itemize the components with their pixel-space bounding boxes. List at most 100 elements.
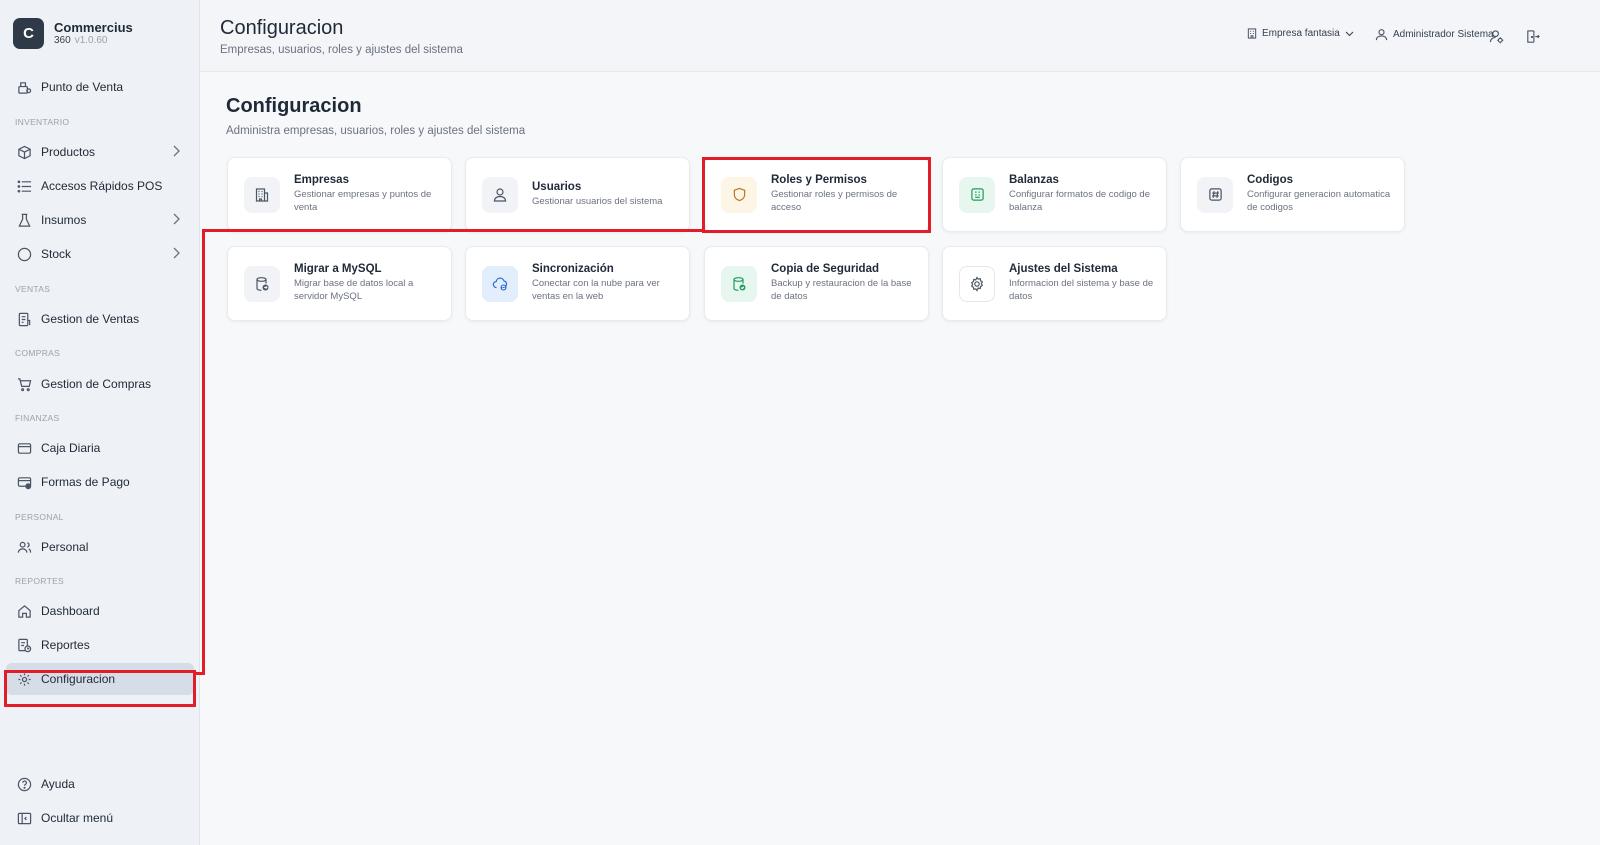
- cloud-sync-icon: [482, 265, 518, 302]
- company-name: Empresa fantasia: [1262, 28, 1340, 39]
- sidebar-item-configuracion[interactable]: Configuracion: [6, 663, 194, 695]
- sidebar-item-label: Productos: [41, 145, 96, 159]
- sidebar-item-gestion-compras[interactable]: Gestion de Compras: [6, 368, 194, 400]
- card-ajustes-del-sistema[interactable]: Ajustes del Sistema Informacion del sist…: [942, 246, 1167, 321]
- sidebar-item-label: Gestion de Compras: [41, 377, 152, 391]
- sidebar-collapse-icon: [16, 810, 32, 826]
- sidebar-item-label: Configuracion: [41, 672, 116, 686]
- sidebar-item-label: Gestion de Ventas: [41, 312, 140, 326]
- highlight-connector: [202, 229, 205, 675]
- sidebar-item-gestion-ventas[interactable]: Gestion de Ventas: [6, 303, 194, 335]
- building-icon: [1247, 28, 1257, 39]
- card-description: Backup y restauracion de la base de dato…: [771, 278, 912, 302]
- user-menu[interactable]: Administrador Sistema: [1375, 28, 1494, 41]
- sidebar-item-label: Dashboard: [41, 604, 100, 618]
- sidebar-item-stock[interactable]: Stock: [6, 238, 194, 270]
- card-codigos[interactable]: Codigos Configurar generacion automatica…: [1180, 157, 1405, 232]
- card-description: Gestionar empresas y puntos de venta: [294, 189, 432, 213]
- card-description: Conectar con la nube para ver ventas en …: [532, 278, 660, 302]
- sidebar-item-label: Caja Diaria: [41, 441, 101, 455]
- card-title: Roles y Permisos: [771, 174, 867, 187]
- building-icon: [244, 176, 280, 213]
- cart-icon: [16, 376, 32, 392]
- card-copia-de-seguridad[interactable]: Copia de Seguridad Backup y restauracion…: [704, 246, 929, 321]
- users-icon: [16, 539, 32, 555]
- sidebar-item-label: Stock: [41, 247, 72, 261]
- wallet-icon: [16, 440, 32, 456]
- box-icon: [16, 144, 32, 160]
- gear-icon: [959, 265, 995, 302]
- card-title: Codigos: [1247, 174, 1293, 187]
- card-title: Balanzas: [1009, 174, 1059, 187]
- user-name: Administrador Sistema: [1393, 29, 1494, 40]
- brand-name: Commercius: [54, 19, 133, 35]
- sidebar-item-caja-diaria[interactable]: Caja Diaria: [6, 432, 194, 464]
- sidebar-item-label: Personal: [41, 540, 89, 554]
- register-icon: [16, 79, 32, 95]
- chevron-right-icon: [172, 145, 180, 160]
- sidebar-item-productos[interactable]: Productos: [6, 136, 194, 168]
- flask-icon: [16, 212, 32, 228]
- brand-product: 360: [54, 35, 71, 47]
- sidebar-item-accesos-rapidos[interactable]: Accesos Rápidos POS: [6, 170, 194, 202]
- app-version: v1.0.60: [74, 35, 108, 47]
- credit-card-icon: [16, 474, 32, 490]
- database-backup-icon: [721, 265, 757, 302]
- sidebar-item-label: Ayuda: [41, 777, 75, 791]
- user-icon: [482, 176, 518, 213]
- card-description: Configurar formatos de codigo de balanza: [1009, 189, 1150, 213]
- sidebar-item-label: Reportes: [41, 638, 90, 652]
- sidebar-item-dashboard[interactable]: Dashboard: [6, 595, 194, 627]
- section-reportes: REPORTES: [15, 576, 65, 586]
- gear-icon: [16, 671, 32, 687]
- section-inventario: INVENTARIO: [15, 117, 70, 127]
- chevron-right-icon: [172, 213, 180, 228]
- user-settings-icon[interactable]: [1487, 27, 1505, 45]
- sidebar: C Commercius 360 v1.0.60 Punto de Venta I…: [0, 0, 200, 845]
- company-selector[interactable]: Empresa fantasia: [1247, 28, 1354, 39]
- page-title: Configuracion: [226, 95, 362, 117]
- receipt-icon: [16, 311, 32, 327]
- card-title: Sincronización: [532, 263, 614, 276]
- sidebar-item-ayuda[interactable]: Ayuda: [6, 768, 194, 800]
- circle-icon: [16, 246, 32, 262]
- sidebar-item-formas-de-pago[interactable]: Formas de Pago: [6, 466, 194, 498]
- top-header: Configuracion Empresas, usuarios, roles …: [200, 0, 1600, 72]
- help-icon: [16, 776, 32, 792]
- card-empresas[interactable]: Empresas Gestionar empresas y puntos de …: [227, 157, 452, 232]
- sidebar-item-punto-de-venta[interactable]: Punto de Venta: [6, 71, 194, 103]
- sidebar-item-label: Insumos: [41, 213, 87, 227]
- brand: C Commercius 360 v1.0.60: [13, 18, 133, 49]
- section-finanzas: FINANZAS: [15, 413, 60, 423]
- card-usuarios[interactable]: Usuarios Gestionar usuarios del sistema: [465, 157, 690, 232]
- card-title: Copia de Seguridad: [771, 263, 879, 276]
- card-roles-y-permisos[interactable]: Roles y Permisos Gestionar roles y permi…: [704, 157, 929, 232]
- sidebar-item-insumos[interactable]: Insumos: [6, 204, 194, 236]
- header-title: Configuracion: [220, 17, 344, 39]
- shield-icon: [721, 176, 757, 213]
- list-icon: [16, 178, 32, 194]
- chevron-right-icon: [172, 247, 180, 262]
- card-description: Gestionar roles y permisos de acceso: [771, 189, 898, 213]
- sidebar-item-label: Ocultar menú: [41, 811, 114, 825]
- card-balanzas[interactable]: Balanzas Configurar formatos de codigo d…: [942, 157, 1167, 232]
- card-migrar-mysql[interactable]: Migrar a MySQL Migrar base de datos loca…: [227, 246, 452, 321]
- logout-icon[interactable]: [1523, 27, 1541, 45]
- card-description: Gestionar usuarios del sistema: [532, 195, 663, 207]
- page-subtitle: Administra empresas, usuarios, roles y a…: [226, 125, 526, 137]
- hash-icon: [1197, 176, 1233, 213]
- brand-logo: C: [13, 18, 44, 49]
- header-subtitle: Empresas, usuarios, roles y ajustes del …: [220, 44, 463, 56]
- card-title: Usuarios: [532, 180, 582, 193]
- sidebar-item-label: Formas de Pago: [41, 475, 130, 489]
- sidebar-item-personal[interactable]: Personal: [6, 531, 194, 563]
- scale-icon: [959, 176, 995, 213]
- sidebar-item-reportes[interactable]: Reportes: [6, 629, 194, 661]
- sidebar-item-ocultar-menu[interactable]: Ocultar menú: [6, 802, 194, 834]
- section-compras: COMPRAS: [15, 348, 61, 358]
- card-description: Informacion del sistema y base de datos: [1009, 278, 1154, 302]
- card-description: Migrar base de datos local a servidor My…: [294, 278, 414, 302]
- card-sincronizacion[interactable]: Sincronización Conectar con la nube para…: [465, 246, 690, 321]
- card-title: Ajustes del Sistema: [1009, 263, 1118, 276]
- card-description: Configurar generacion automatica de codi…: [1247, 189, 1391, 213]
